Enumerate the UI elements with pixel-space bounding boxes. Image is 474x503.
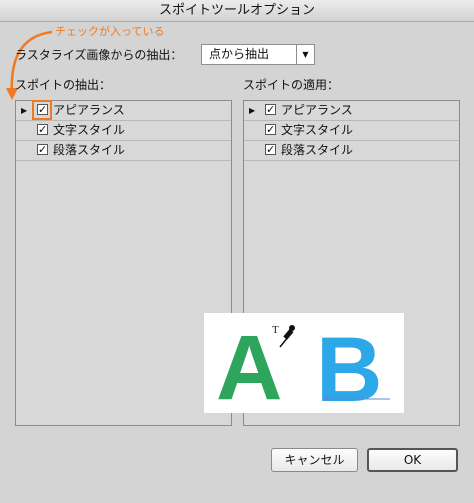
- rasterize-label: ラスタライズ画像からの抽出：: [15, 48, 183, 62]
- dropdown-arrow-icon[interactable]: ▼: [296, 45, 314, 64]
- highlight-box: [32, 100, 52, 120]
- apply-row-label: アピアランス: [281, 103, 353, 117]
- extract-panel-label: スポイトの抽出：: [15, 78, 112, 92]
- apply-row-appearance[interactable]: ▶ ✓ アピアランス: [244, 101, 459, 121]
- checkbox-checked-icon[interactable]: ✓: [37, 124, 48, 135]
- checkbox-checked-icon[interactable]: ✓: [265, 104, 276, 115]
- checkbox-checked-icon[interactable]: ✓: [265, 124, 276, 135]
- text-cursor-glyph: T: [272, 324, 279, 336]
- extract-row-label: 文字スタイル: [53, 123, 126, 137]
- apply-row-paragraph-style[interactable]: ✓ 段落スタイル: [244, 141, 459, 161]
- extract-row-label: 段落スタイル: [53, 143, 126, 157]
- cancel-button[interactable]: キャンセル: [271, 448, 358, 472]
- sample-svg: A T B: [216, 317, 390, 421]
- extract-row-paragraph-style[interactable]: ✓ 段落スタイル: [16, 141, 231, 161]
- apply-row-label: 段落スタイル: [281, 143, 354, 157]
- apply-panel-label: スポイトの適用：: [243, 78, 340, 92]
- apply-row-character-style[interactable]: ✓ 文字スタイル: [244, 121, 459, 141]
- extract-row-label: アピアランス: [53, 103, 125, 117]
- checkbox-checked-icon[interactable]: ✓: [37, 144, 48, 155]
- extract-row-appearance[interactable]: ▶ ✓ アピアランス: [16, 100, 231, 121]
- extract-panel: ▶ ✓ アピアランス ✓ 文字スタイル ✓ 段落スタイル: [15, 100, 232, 426]
- disclosure-triangle-icon[interactable]: ▶: [249, 101, 255, 120]
- rasterize-select[interactable]: 点から抽出 ▼: [201, 44, 315, 65]
- rasterize-select-value: 点から抽出: [209, 47, 270, 61]
- checkbox-checked-icon[interactable]: ✓: [265, 144, 276, 155]
- apply-row-label: 文字スタイル: [281, 123, 354, 137]
- extract-row-character-style[interactable]: ✓ 文字スタイル: [16, 121, 231, 141]
- sample-illustration: A T B: [204, 313, 404, 421]
- ok-button[interactable]: OK: [367, 448, 458, 472]
- baseline-anchor: [324, 397, 328, 401]
- disclosure-triangle-icon[interactable]: ▶: [21, 101, 27, 120]
